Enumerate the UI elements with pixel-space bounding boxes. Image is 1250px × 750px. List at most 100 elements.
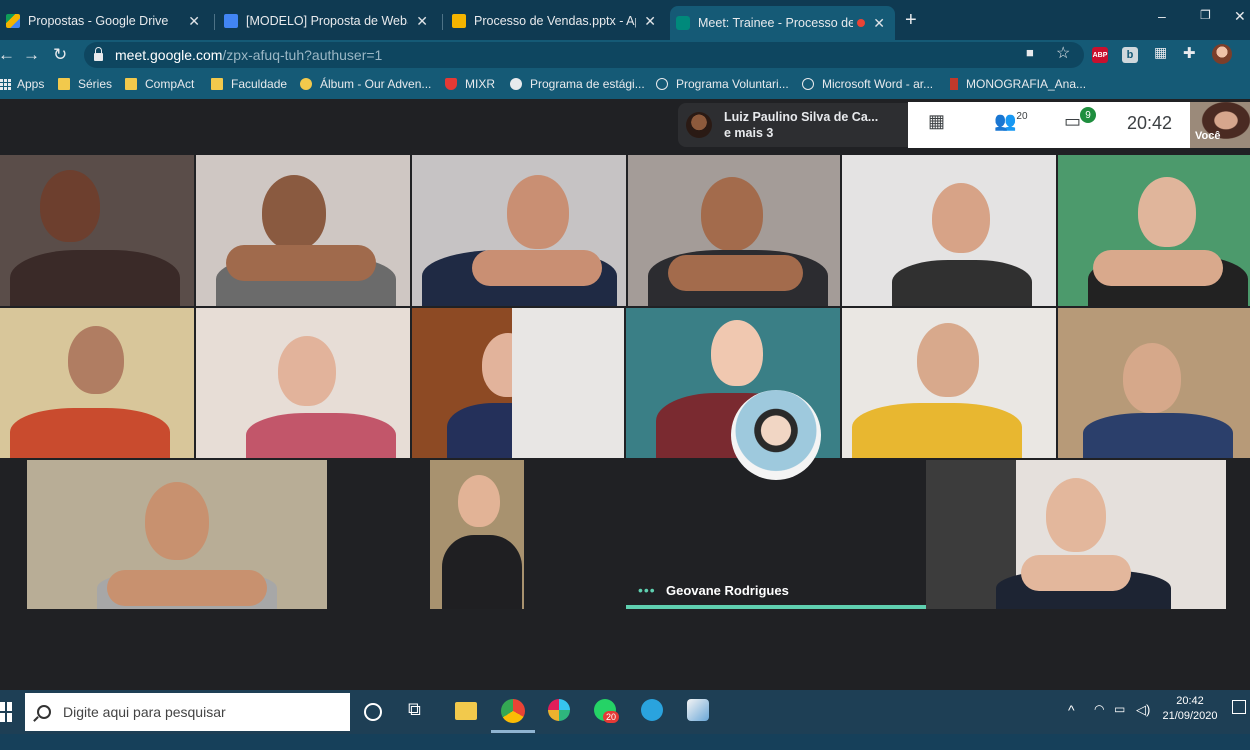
task-view-icon[interactable]: ⧉ — [408, 699, 432, 723]
close-window-button[interactable]: ✕ — [1234, 8, 1246, 25]
bookmark-label: Programa Voluntari... — [676, 77, 789, 91]
chat-button[interactable]: ▭ — [1064, 111, 1081, 132]
close-tab-icon[interactable]: ✕ — [644, 13, 656, 30]
bookmark-mixr[interactable]: MIXR — [445, 77, 495, 91]
cortana-icon[interactable] — [364, 703, 382, 721]
participants-count: 20 — [1016, 111, 1028, 122]
participant-face — [1123, 343, 1181, 413]
folder-icon — [58, 78, 70, 90]
participant-video-tile[interactable] — [628, 155, 840, 306]
paint-icon[interactable] — [687, 699, 709, 721]
participant-face — [1046, 478, 1106, 552]
participant-video-tile[interactable] — [412, 155, 626, 306]
tab-separator — [214, 14, 215, 30]
taskbar-search-input[interactable]: Digite aqui para pesquisar — [25, 693, 350, 731]
bookmark-monografia[interactable]: MONOGRAFIA_Ana... — [950, 77, 1086, 91]
meet-clock: 20:42 — [1127, 113, 1173, 133]
participant-body — [10, 408, 170, 458]
windows-taskbar: Digite aqui para pesquisar ⧉ 20 ^ ◠ ▭ ◁)… — [0, 690, 1250, 750]
participant-video-tile[interactable] — [0, 155, 194, 306]
forward-arrow-icon[interactable]: → — [23, 45, 40, 65]
grid-extension-icon[interactable]: ▦ — [1154, 44, 1167, 61]
minimize-button[interactable]: – — [1158, 8, 1166, 24]
bookmark-programa-estagio[interactable]: Programa de estági... — [510, 77, 645, 91]
battery-icon[interactable]: ▭ — [1114, 702, 1125, 716]
presenter-more: e mais 3 — [724, 126, 774, 140]
wall-background — [512, 308, 624, 458]
participant-video-tile[interactable] — [1058, 308, 1250, 458]
participant-video-tile[interactable] — [842, 155, 1056, 306]
layout-grid-icon[interactable]: ▦ — [928, 111, 945, 132]
bookmark-compact[interactable]: CompAct — [125, 77, 194, 91]
browser-toolbar: ← → ↻ meet.google.com /zpx-afuq-tuh?auth… — [0, 40, 1250, 70]
star-bookmark-icon[interactable]: ☆ — [1056, 43, 1070, 63]
participant-avatar-geovane[interactable] — [731, 390, 821, 480]
volume-icon[interactable]: ◁) — [1136, 702, 1150, 718]
puzzle-extensions-icon[interactable]: ✚ — [1183, 44, 1196, 62]
telegram-icon[interactable] — [641, 699, 663, 721]
back-arrow-icon[interactable]: ← — [0, 45, 15, 65]
bookmark-microsoft-word[interactable]: Microsoft Word - ar... — [802, 77, 933, 91]
participant-video-tile[interactable] — [196, 308, 410, 458]
windows-start-icon[interactable] — [0, 702, 12, 722]
participant-body — [10, 250, 180, 306]
participant-face — [917, 323, 979, 397]
reload-icon[interactable]: ↻ — [53, 45, 67, 65]
chrome-icon[interactable] — [501, 699, 525, 723]
chevron-up-icon[interactable]: ^ — [1068, 702, 1075, 718]
url-path: /zpx-afuq-tuh?authuser=1 — [222, 47, 383, 63]
search-icon — [37, 705, 51, 719]
bookmark-apps[interactable]: Apps — [0, 77, 44, 91]
close-tab-icon[interactable]: ✕ — [416, 13, 428, 30]
participant-video-tile[interactable] — [430, 460, 524, 609]
participant-video-tile[interactable] — [27, 460, 327, 609]
url-host: meet.google.com — [115, 47, 223, 63]
active-speaker-name: Geovane Rodrigues — [666, 583, 789, 598]
close-tab-icon[interactable]: ✕ — [188, 13, 200, 30]
restore-button[interactable]: ❐ — [1200, 8, 1211, 22]
bookmark-programa-voluntario[interactable]: Programa Voluntari... — [656, 77, 789, 91]
participant-face — [278, 336, 336, 406]
profile-avatar[interactable] — [1212, 44, 1232, 64]
tab-proposta-website[interactable]: [MODELO] Proposta de WebSite ✕ — [218, 6, 438, 36]
address-bar[interactable]: meet.google.com /zpx-afuq-tuh?authuser=1 — [84, 42, 1084, 68]
wifi-icon[interactable]: ◠ — [1094, 702, 1104, 716]
globe-icon — [802, 78, 814, 90]
clock-time: 20:42 — [1176, 695, 1204, 707]
participant-video-tile[interactable] — [842, 308, 1056, 458]
participants-button[interactable]: 👥20 — [994, 111, 1028, 132]
taskbar-clock[interactable]: 20:42 21/09/2020 — [1162, 694, 1218, 724]
tab-title: Propostas - Google Drive — [28, 14, 169, 28]
bookmarks-bar: Apps Séries CompAct Faculdade Álbum - Ou… — [0, 70, 1250, 99]
presenter-chip[interactable]: Luiz Paulino Silva de Ca... e mais 3 — [678, 103, 910, 147]
participant-hands — [226, 245, 376, 281]
participant-face — [40, 170, 100, 242]
tab-google-drive[interactable]: Propostas - Google Drive ✕ — [0, 6, 210, 36]
close-tab-icon[interactable]: ✕ — [873, 15, 885, 32]
tab-meet-trainee[interactable]: Meet: Trainee - Processo de ✕ — [670, 6, 895, 40]
bookmark-album[interactable]: Álbum - Our Adven... — [300, 77, 431, 91]
participant-video-tile[interactable] — [196, 155, 410, 306]
adblock-plus-icon[interactable]: ABP — [1092, 47, 1108, 63]
tab-processo-vendas[interactable]: Processo de Vendas.pptx - Apres ✕ — [446, 6, 666, 36]
extension-b-icon[interactable]: b — [1122, 47, 1138, 63]
bookmark-series[interactable]: Séries — [58, 77, 112, 91]
globe-icon — [656, 78, 668, 90]
participant-video-tile[interactable] — [0, 308, 194, 458]
slack-icon[interactable] — [548, 699, 570, 721]
recording-dot-icon — [857, 19, 866, 27]
new-tab-button[interactable]: + — [905, 10, 917, 30]
notifications-icon[interactable] — [1232, 700, 1246, 714]
participant-video-tile[interactable] — [926, 460, 1226, 609]
bookmark-faculdade[interactable]: Faculdade — [211, 77, 287, 91]
mixr-icon — [445, 78, 457, 90]
bookmark-label: Microsoft Word - ar... — [822, 77, 934, 91]
file-explorer-icon[interactable] — [455, 702, 477, 720]
speaking-indicator-icon: ••• — [638, 582, 656, 598]
participant-body — [1083, 413, 1233, 458]
camera-icon[interactable]: ■ — [1026, 45, 1034, 60]
participant-video-tile[interactable] — [412, 308, 624, 458]
participant-face — [68, 326, 124, 394]
participant-video-tile[interactable] — [1058, 155, 1250, 306]
participant-hands — [1021, 555, 1131, 591]
